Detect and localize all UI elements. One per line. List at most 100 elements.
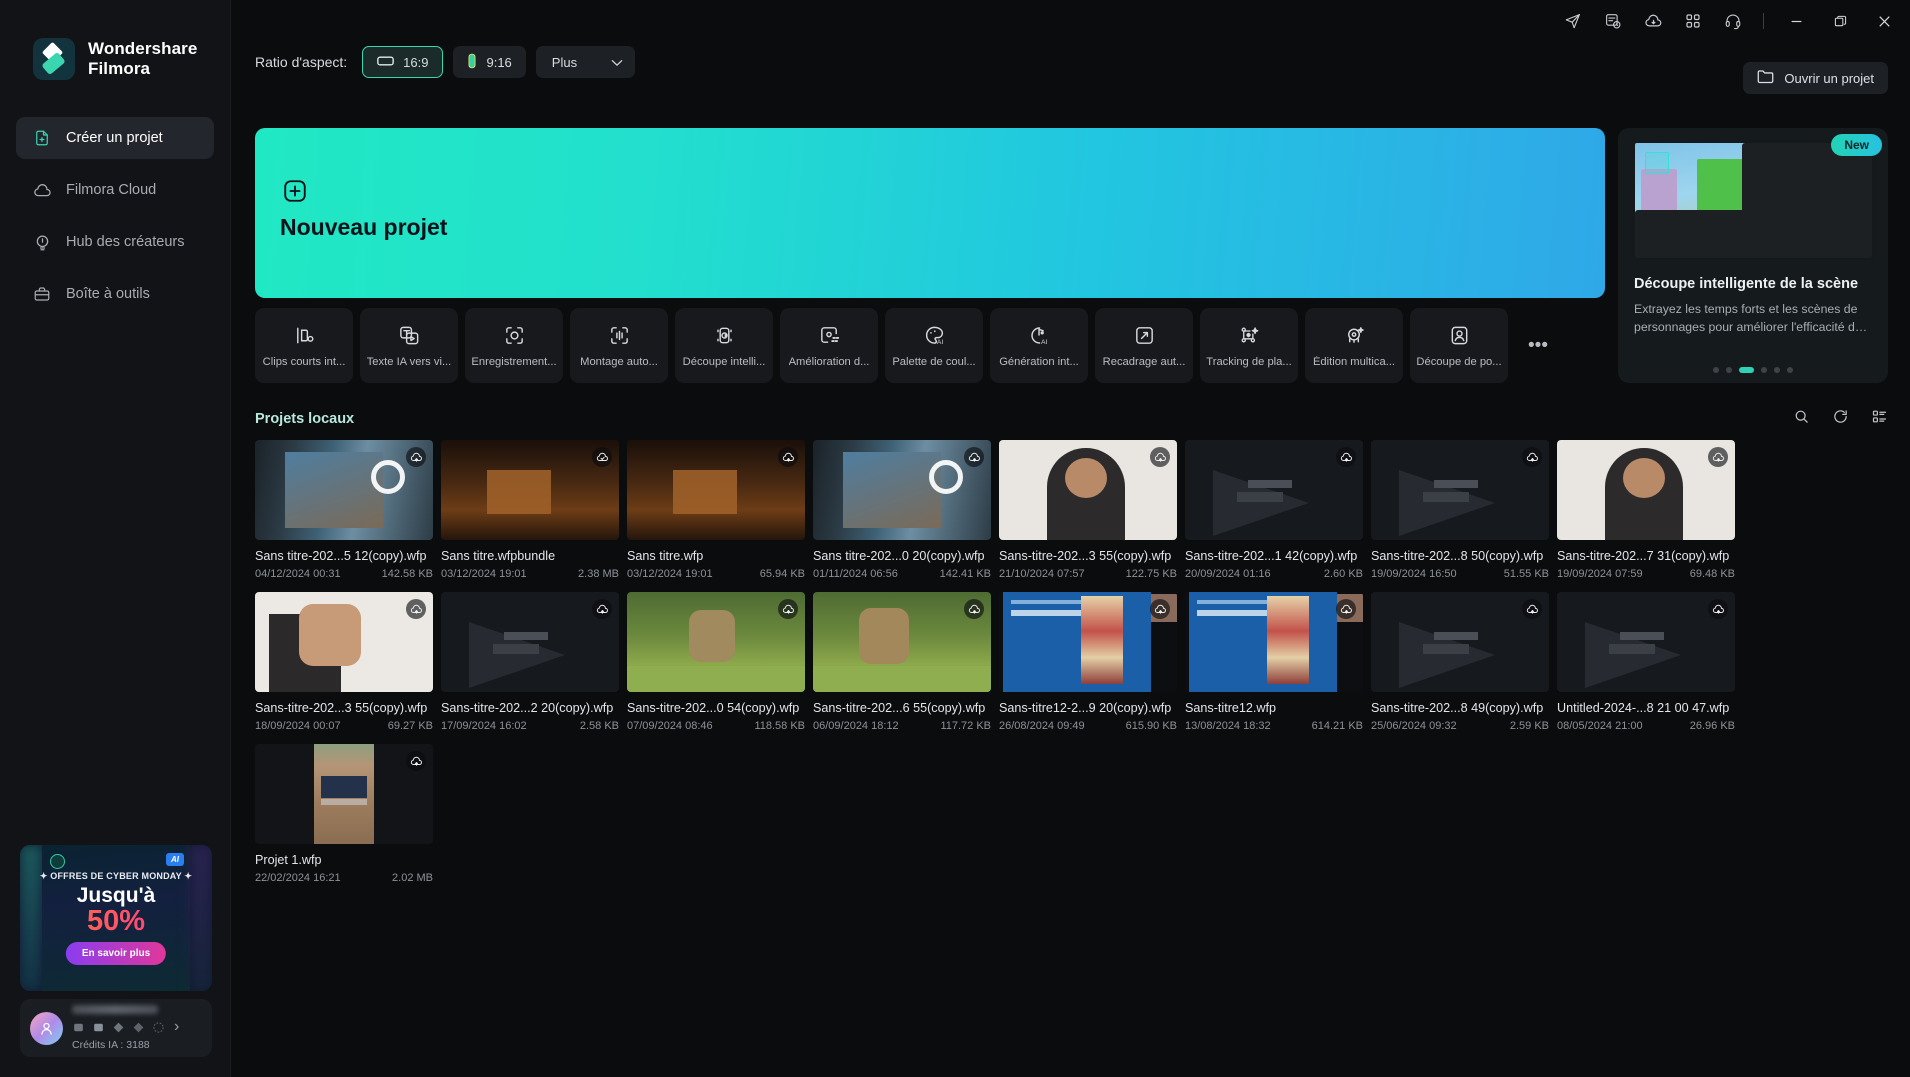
- project-card[interactable]: Sans-titre-202...7 31(copy).wfp 19/09/20…: [1557, 440, 1735, 580]
- list-view-icon[interactable]: [1871, 408, 1888, 430]
- project-thumbnail[interactable]: [1185, 440, 1363, 540]
- cloud-upload-icon[interactable]: [406, 599, 426, 619]
- carousel-dot-active[interactable]: [1739, 367, 1754, 373]
- badge-diamond-icon[interactable]: [112, 1021, 125, 1034]
- carousel-dot[interactable]: [1761, 367, 1767, 373]
- cloud-upload-icon[interactable]: [1522, 599, 1542, 619]
- feature-promo-card[interactable]: New Découpe intelligente de la scène Ext…: [1618, 128, 1888, 383]
- tool-color-palette-ai[interactable]: AI Palette de coul...: [885, 308, 983, 383]
- badge-diamond-2-icon[interactable]: [132, 1021, 145, 1034]
- tool-short-clips[interactable]: Clips courts int...: [255, 308, 353, 383]
- tool-portrait-cutout[interactable]: Découpe de po...: [1410, 308, 1508, 383]
- project-card[interactable]: Sans titre-202...0 20(copy).wfp 01/11/20…: [813, 440, 991, 580]
- tool-text-to-video[interactable]: Texte IA vers vi...: [360, 308, 458, 383]
- cloud-upload-icon[interactable]: [778, 447, 798, 467]
- project-card[interactable]: Sans-titre-202...0 54(copy).wfp 07/09/20…: [627, 592, 805, 732]
- badge-membership-icon[interactable]: [72, 1021, 85, 1034]
- tool-enhance[interactable]: Amélioration d...: [780, 308, 878, 383]
- open-project-button[interactable]: Ouvrir un projet: [1743, 62, 1888, 94]
- cloud-upload-icon[interactable]: [964, 447, 984, 467]
- sidebar-item-filmora-cloud[interactable]: Filmora Cloud: [16, 169, 214, 211]
- cloud-upload-icon[interactable]: [1150, 599, 1170, 619]
- cloud-upload-icon[interactable]: [1708, 599, 1728, 619]
- project-card[interactable]: Untitled-2024-...8 21 00 47.wfp 08/05/20…: [1557, 592, 1735, 732]
- tool-smart-cutout[interactable]: Découpe intelli...: [675, 308, 773, 383]
- project-card[interactable]: Sans-titre-202...8 49(copy).wfp 25/06/20…: [1371, 592, 1549, 732]
- cyber-monday-promo-banner[interactable]: AI ✦ OFFRES DE CYBER MONDAY ✦ Jusqu'à 50…: [20, 845, 212, 991]
- close-button[interactable]: [1862, 2, 1906, 40]
- project-thumbnail[interactable]: [1557, 440, 1735, 540]
- ratio-more-dropdown[interactable]: Plus: [535, 46, 636, 78]
- carousel-dot[interactable]: [1774, 367, 1780, 373]
- project-card[interactable]: Projet 1.wfp 22/02/2024 16:21 2.02 MB: [255, 744, 433, 884]
- search-icon[interactable]: [1793, 408, 1810, 430]
- project-card[interactable]: Sans-titre-202...3 55(copy).wfp 18/09/20…: [255, 592, 433, 732]
- project-thumbnail[interactable]: [1371, 440, 1549, 540]
- send-icon[interactable]: [1553, 5, 1593, 37]
- support-headset-icon[interactable]: [1713, 5, 1753, 37]
- project-thumbnail[interactable]: [441, 440, 619, 540]
- project-thumbnail[interactable]: [999, 592, 1177, 692]
- project-card[interactable]: Sans-titre12.wfp 13/08/2024 18:32 614.21…: [1185, 592, 1363, 732]
- carousel-dot[interactable]: [1787, 367, 1793, 373]
- cloud-synced-icon[interactable]: [592, 447, 612, 467]
- apps-grid-icon[interactable]: [1673, 5, 1713, 37]
- badge-crown-icon[interactable]: [92, 1021, 105, 1034]
- tools-overflow-button[interactable]: •••: [1515, 308, 1561, 383]
- cloud-upload-icon[interactable]: [406, 751, 426, 771]
- cloud-upload-icon[interactable]: [1150, 447, 1170, 467]
- project-thumbnail[interactable]: [999, 440, 1177, 540]
- ratio-16-9-button[interactable]: 16:9: [362, 46, 444, 78]
- project-thumbnail[interactable]: [1557, 592, 1735, 692]
- project-thumbnail[interactable]: [813, 440, 991, 540]
- ratio-9-16-button[interactable]: 9:16: [453, 46, 526, 78]
- tool-auto-reframe[interactable]: Recadrage aut...: [1095, 308, 1193, 383]
- sidebar-item-create-project[interactable]: Créer un projet: [16, 117, 214, 159]
- user-account-block[interactable]: › Crédits IA : 3188: [20, 999, 212, 1057]
- project-card[interactable]: Sans-titre-202...8 50(copy).wfp 19/09/20…: [1371, 440, 1549, 580]
- project-thumbnail[interactable]: [441, 592, 619, 692]
- sidebar-item-toolbox[interactable]: Boîte à outils: [16, 273, 214, 315]
- cloud-upload-icon[interactable]: [964, 599, 984, 619]
- refresh-icon[interactable]: [1832, 408, 1849, 430]
- badge-locked-icon[interactable]: [152, 1021, 165, 1034]
- project-thumbnail[interactable]: [627, 592, 805, 692]
- cloud-upload-icon[interactable]: [1336, 599, 1356, 619]
- project-thumbnail[interactable]: [1185, 592, 1363, 692]
- project-card[interactable]: Sans titre-202...5 12(copy).wfp 04/12/20…: [255, 440, 433, 580]
- user-expand-chevron-icon[interactable]: ›: [174, 1018, 179, 1036]
- tool-multicam[interactable]: Édition multica...: [1305, 308, 1403, 383]
- project-thumbnail[interactable]: [255, 592, 433, 692]
- tool-screen-record[interactable]: Enregistrement...: [465, 308, 563, 383]
- project-thumbnail[interactable]: [1371, 592, 1549, 692]
- cloud-upload-icon[interactable]: [1522, 447, 1542, 467]
- avatar[interactable]: [30, 1011, 63, 1045]
- new-project-hero[interactable]: Nouveau projet: [255, 128, 1605, 298]
- project-card[interactable]: Sans-titre-202...3 55(copy).wfp 21/10/20…: [999, 440, 1177, 580]
- project-card[interactable]: Sans titre.wfpbundle 03/12/2024 19:01 2.…: [441, 440, 619, 580]
- project-card[interactable]: Sans-titre-202...2 20(copy).wfp 17/09/20…: [441, 592, 619, 732]
- cloud-upload-icon[interactable]: [1708, 447, 1728, 467]
- project-thumbnail[interactable]: [255, 440, 433, 540]
- project-card[interactable]: Sans titre.wfp 03/12/2024 19:01 65.94 KB: [627, 440, 805, 580]
- tool-ai-music[interactable]: AI Génération int...: [990, 308, 1088, 383]
- cloud-upload-icon[interactable]: [592, 599, 612, 619]
- project-thumbnail[interactable]: [813, 592, 991, 692]
- cloud-download-icon[interactable]: [1633, 5, 1673, 37]
- cloud-upload-icon[interactable]: [778, 599, 798, 619]
- tasks-icon[interactable]: [1593, 5, 1633, 37]
- minimize-button[interactable]: [1774, 2, 1818, 40]
- promo-cta-button[interactable]: En savoir plus: [65, 942, 167, 965]
- project-card[interactable]: Sans-titre-202...6 55(copy).wfp 06/09/20…: [813, 592, 991, 732]
- carousel-dot[interactable]: [1713, 367, 1719, 373]
- cloud-upload-icon[interactable]: [406, 447, 426, 467]
- carousel-dot[interactable]: [1726, 367, 1732, 373]
- maximize-button[interactable]: [1818, 2, 1862, 40]
- tool-planar-tracking[interactable]: Tracking de pla...: [1200, 308, 1298, 383]
- project-card[interactable]: Sans-titre12-2...9 20(copy).wfp 26/08/20…: [999, 592, 1177, 732]
- tool-auto-montage[interactable]: Montage auto...: [570, 308, 668, 383]
- project-thumbnail[interactable]: [627, 440, 805, 540]
- project-thumbnail[interactable]: [255, 744, 433, 844]
- project-card[interactable]: Sans-titre-202...1 42(copy).wfp 20/09/20…: [1185, 440, 1363, 580]
- cloud-upload-icon[interactable]: [1336, 447, 1356, 467]
